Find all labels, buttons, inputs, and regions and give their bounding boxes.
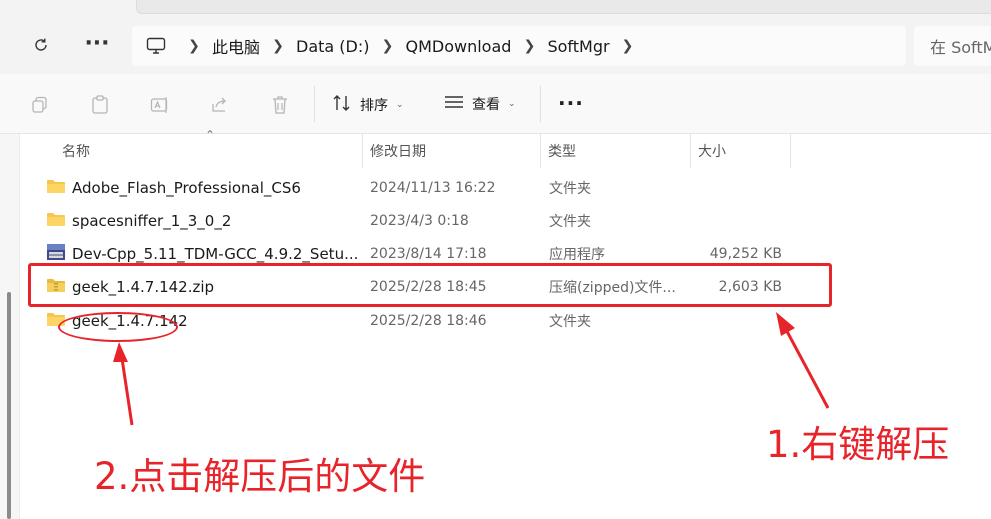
breadcrumb-softmgr[interactable]: SoftMgr (543, 37, 613, 56)
file-size (692, 304, 782, 337)
file-name: spacesniffer_1_3_0_2 (72, 211, 232, 230)
paste-icon[interactable] (86, 92, 114, 118)
file-name: Dev-Cpp_5.11_TDM-GCC_4.9.2_Setu... (72, 244, 359, 263)
file-size (692, 204, 782, 237)
search-input[interactable]: 在 SoftMgr (914, 26, 991, 66)
delete-icon[interactable] (266, 92, 294, 118)
sort-icon (332, 94, 352, 116)
scrollbar-thumb[interactable] (7, 292, 11, 519)
file-name-cell: spacesniffer_1_3_0_2 (46, 204, 231, 237)
sort-label: 排序 (360, 98, 388, 114)
column-header-type[interactable]: 类型 (540, 134, 690, 168)
file-name: Adobe_Flash_Professional_CS6 (72, 178, 301, 197)
view-label: 查看 (472, 97, 500, 113)
toolbar-divider (314, 86, 315, 122)
chevron-right-icon[interactable]: ❯ (614, 38, 642, 54)
breadcrumb-qmdownload[interactable]: QMDownload (402, 37, 516, 56)
installer-icon (46, 243, 66, 265)
chevron-down-icon: ⌄ (508, 99, 516, 109)
file-type: 文件夹 (549, 213, 591, 230)
annotation-step1: 1.右键解压 (766, 423, 950, 466)
file-row[interactable]: Adobe_Flash_Professional_CS6 2024/11/13 … (20, 171, 991, 204)
more-nav-icon[interactable]: ··· (82, 28, 112, 58)
file-row[interactable]: spacesniffer_1_3_0_2 2023/4/3 0:18 文件夹 (20, 204, 991, 237)
column-divider[interactable] (790, 134, 791, 168)
annotation-highlight-ellipse (58, 312, 178, 342)
column-header-date[interactable]: 修改日期 (362, 134, 540, 168)
this-pc-icon[interactable] (132, 37, 180, 55)
file-date: 2023/4/3 0:18 (370, 212, 469, 229)
chevron-right-icon[interactable]: ❯ (374, 38, 402, 54)
breadcrumb-this-pc[interactable]: 此电脑 (208, 34, 264, 58)
file-type: 文件夹 (549, 180, 591, 197)
navigation-pane (0, 134, 20, 519)
chevron-right-icon[interactable]: ❯ (264, 38, 292, 54)
view-button[interactable]: 查看 ⌄ (444, 94, 516, 114)
breadcrumb-data-drive[interactable]: Data (D:) (292, 37, 373, 56)
column-header-name[interactable]: 名称 (54, 134, 360, 168)
tab-strip (136, 0, 991, 14)
folder-icon (46, 211, 66, 231)
command-bar: 排序 ⌄ 查看 ⌄ ··· (0, 74, 991, 134)
chevron-right-icon[interactable]: ❯ (180, 38, 208, 54)
file-name-cell: Adobe_Flash_Professional_CS6 (46, 171, 301, 204)
breadcrumb: ❯ 此电脑 ❯ Data (D:) ❯ QMDownload ❯ SoftMgr… (180, 34, 642, 58)
copy-icon[interactable] (26, 92, 54, 118)
arrow-to-folder (113, 342, 134, 426)
column-header-row: ⌃ 名称 修改日期 类型 大小 (20, 128, 991, 168)
file-date: 2025/2/28 18:46 (370, 312, 487, 329)
file-size (692, 171, 782, 204)
folder-icon (46, 178, 66, 198)
chevron-down-icon: ⌄ (396, 100, 404, 110)
chevron-right-icon[interactable]: ❯ (515, 38, 543, 54)
view-icon (444, 94, 464, 114)
more-options-button[interactable]: ··· (558, 91, 584, 115)
column-header-size[interactable]: 大小 (690, 134, 790, 168)
rename-icon[interactable] (146, 92, 174, 118)
address-bar[interactable]: ❯ 此电脑 ❯ Data (D:) ❯ QMDownload ❯ SoftMgr… (132, 26, 906, 66)
sort-button[interactable]: 排序 ⌄ (332, 94, 404, 116)
share-icon[interactable] (206, 92, 234, 118)
annotation-highlight-box (28, 263, 832, 307)
file-type: 文件夹 (549, 313, 591, 330)
annotation-step2: 2.点击解压后的文件 (94, 455, 426, 498)
toolbar-divider (540, 86, 541, 122)
refresh-icon[interactable] (26, 30, 56, 60)
file-date: 2024/11/13 16:22 (370, 179, 496, 196)
